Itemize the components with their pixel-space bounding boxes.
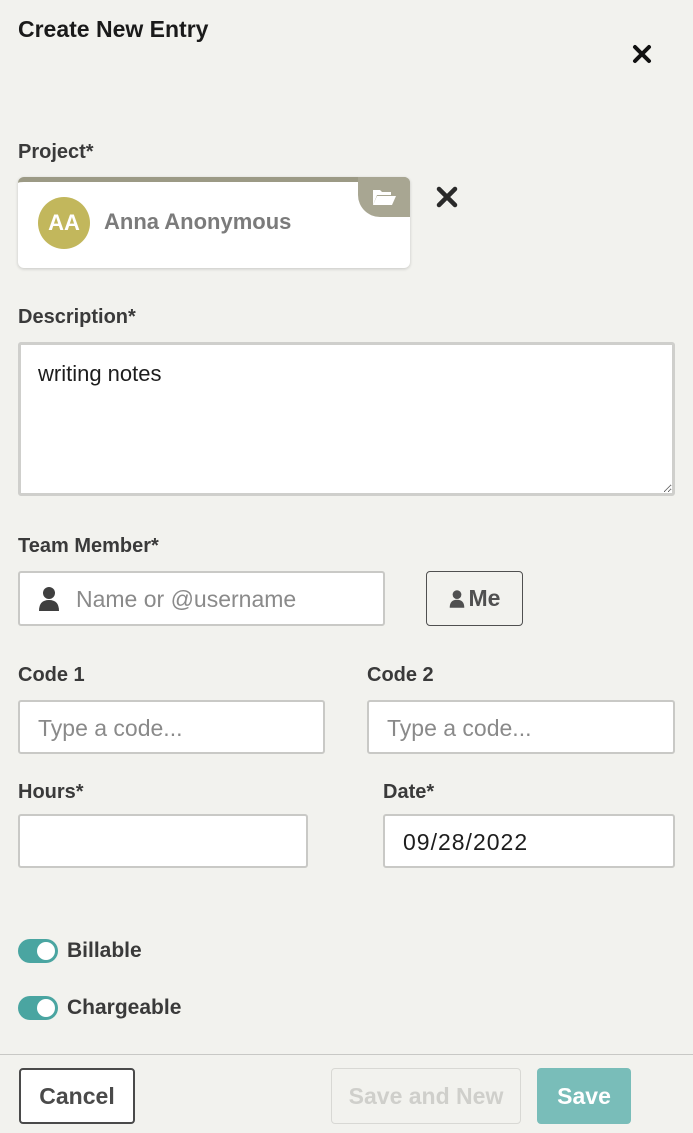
footer-divider bbox=[0, 1054, 693, 1055]
save-and-new-button[interactable]: Save and New bbox=[331, 1068, 521, 1124]
chargeable-label: Chargeable bbox=[67, 996, 182, 1019]
chargeable-toggle[interactable] bbox=[18, 996, 58, 1020]
me-button-label: Me bbox=[468, 585, 501, 611]
code1-label: Code 1 bbox=[18, 664, 85, 686]
save-button[interactable]: Save bbox=[537, 1068, 631, 1124]
close-icon[interactable] bbox=[630, 42, 654, 66]
code2-label: Code 2 bbox=[367, 664, 434, 686]
description-label: Description* bbox=[18, 306, 136, 328]
date-input[interactable]: 09/28/2022 bbox=[383, 814, 675, 868]
billable-label: Billable bbox=[67, 939, 142, 962]
toggle-knob bbox=[37, 999, 55, 1017]
user-icon bbox=[39, 587, 59, 611]
code2-input[interactable]: Type a code... bbox=[367, 700, 675, 754]
project-card[interactable]: AA Anna Anonymous bbox=[18, 177, 410, 268]
team-member-input[interactable]: Name or @username bbox=[18, 571, 385, 626]
project-clear-icon[interactable] bbox=[434, 184, 460, 210]
team-member-label: Team Member* bbox=[18, 535, 159, 557]
dialog-title: Create New Entry bbox=[18, 16, 209, 42]
project-name: Anna Anonymous bbox=[104, 209, 292, 234]
code1-placeholder: Type a code... bbox=[38, 715, 183, 741]
toggle-knob bbox=[37, 942, 55, 960]
code1-input[interactable]: Type a code... bbox=[18, 700, 325, 754]
avatar: AA bbox=[38, 197, 90, 249]
hours-label: Hours* bbox=[18, 781, 84, 803]
team-member-placeholder: Name or @username bbox=[76, 586, 297, 612]
user-icon bbox=[449, 589, 464, 608]
me-button[interactable]: Me bbox=[426, 571, 523, 626]
cancel-button[interactable]: Cancel bbox=[19, 1068, 135, 1124]
code2-placeholder: Type a code... bbox=[387, 715, 532, 741]
description-field[interactable]: writing notes bbox=[18, 342, 675, 496]
date-value: 09/28/2022 bbox=[403, 829, 529, 855]
date-label: Date* bbox=[383, 781, 435, 803]
billable-toggle[interactable] bbox=[18, 939, 58, 963]
hours-input[interactable] bbox=[18, 814, 308, 868]
project-label: Project* bbox=[18, 141, 94, 163]
folder-open-icon[interactable] bbox=[358, 177, 410, 217]
